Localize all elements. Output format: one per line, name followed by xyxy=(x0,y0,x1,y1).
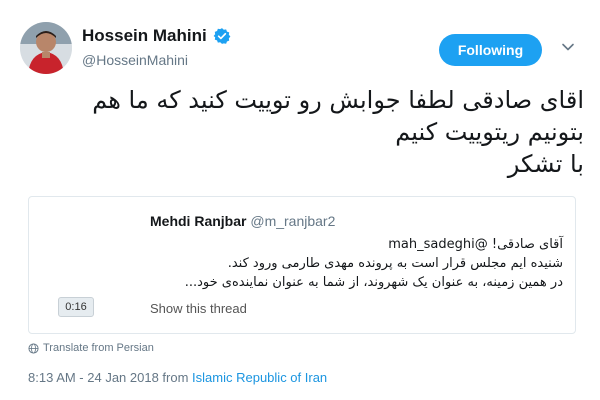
quoted-text-line: شنیده ایم مجلس قرار است به پرونده مهدی ط… xyxy=(227,256,563,271)
show-thread-link[interactable]: Show this thread xyxy=(150,301,247,316)
quoted-tweet-text: آقای صادقی! @mah_sadeghi شنیده ایم مجلس … xyxy=(153,235,563,292)
quoted-text-line: در همین زمینه، به عنوان یک شهروند، از شم… xyxy=(184,275,563,290)
translate-label[interactable]: Translate from Persian xyxy=(43,342,154,354)
chevron-down-icon[interactable] xyxy=(561,40,575,54)
author-handle[interactable]: @HosseinMahini xyxy=(82,52,188,68)
quoted-author-name[interactable]: Mehdi Ranjbar xyxy=(150,213,246,229)
author-name-row[interactable]: Hossein Mahini xyxy=(82,26,231,46)
quoted-tweet[interactable]: 0:16 Mehdi Ranjbar @m_ranjbar2 آقای صادق… xyxy=(28,196,576,334)
avatar-image xyxy=(20,22,72,74)
quoted-text-line: آقای صادقی! @mah_sadeghi xyxy=(388,237,563,252)
quoted-author[interactable]: Mehdi Ranjbar @m_ranjbar2 xyxy=(150,213,335,229)
tweet-card: Hossein Mahini @HosseinMahini Following … xyxy=(0,0,600,400)
tweet-text-line: بتونیم ریتوییت کنیم xyxy=(395,118,584,146)
following-button[interactable]: Following xyxy=(439,34,542,66)
tweet-text-line: با تشکر xyxy=(507,150,584,178)
quoted-video-thumbnail[interactable]: 0:16 xyxy=(39,203,159,325)
globe-icon xyxy=(28,342,39,354)
translate-link[interactable]: Translate from Persian xyxy=(28,342,154,354)
quoted-author-handle: @m_ranjbar2 xyxy=(250,213,336,229)
tweet-text: اقای صادقی لطفا جوابش رو توییت کنید که م… xyxy=(20,84,584,180)
tweet-location-link[interactable]: Islamic Republic of Iran xyxy=(192,370,327,385)
tweet-text-line: اقای صادقی لطفا جوابش رو توییت کنید که م… xyxy=(92,86,584,114)
author-name[interactable]: Hossein Mahini xyxy=(82,26,207,46)
tweet-timestamp[interactable]: 8:13 AM - 24 Jan 2018 from xyxy=(28,370,192,385)
video-duration-badge: 0:16 xyxy=(58,297,94,317)
tweet-meta: 8:13 AM - 24 Jan 2018 from Islamic Repub… xyxy=(28,370,327,385)
avatar[interactable] xyxy=(20,22,72,74)
verified-badge-icon xyxy=(213,28,231,44)
